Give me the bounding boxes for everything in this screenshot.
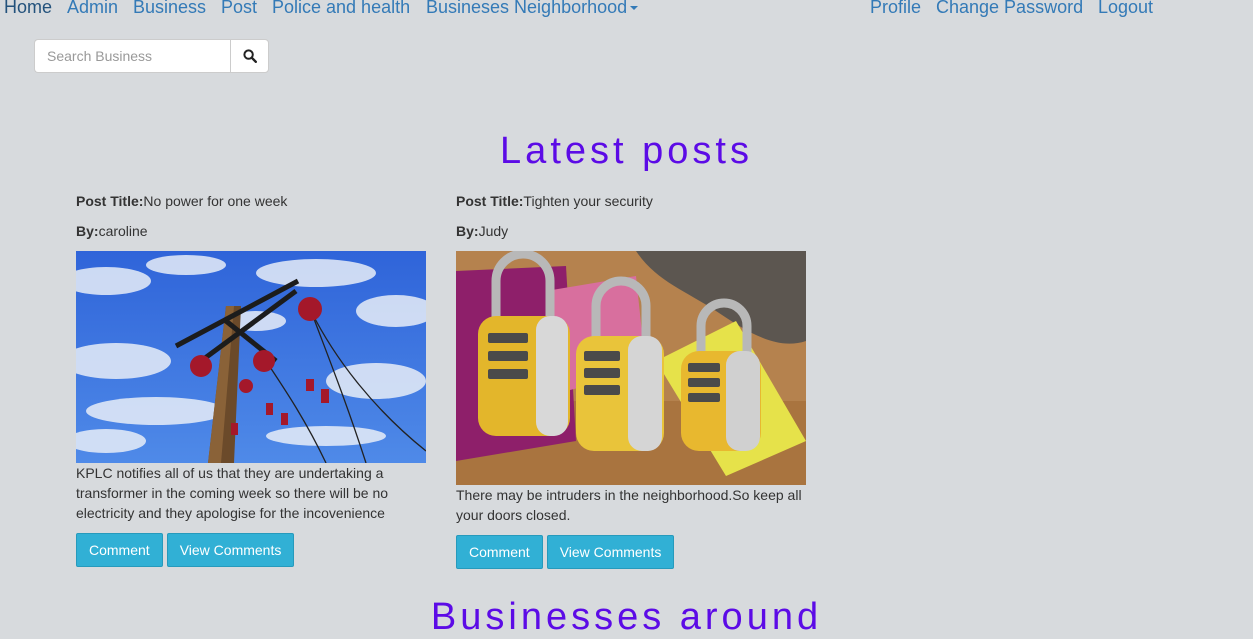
post-title-line: Post Title:No power for one week <box>76 191 426 211</box>
post-actions: Comment View Comments <box>456 535 806 569</box>
post-title-label: Post Title: <box>456 193 524 209</box>
view-comments-button[interactable]: View Comments <box>546 535 675 569</box>
post-description: There may be intruders in the neighborho… <box>456 487 802 523</box>
power-lines-image <box>76 251 426 463</box>
nav-admin[interactable]: Admin <box>67 0 118 18</box>
nav-logout[interactable]: Logout <box>1098 0 1153 18</box>
top-navbar: Home Admin Business Post Police and heal… <box>0 0 1253 20</box>
post-title-line: Post Title:Tighten your security <box>456 191 806 211</box>
post-author-label: By: <box>76 223 99 239</box>
caret-down-icon <box>630 6 639 11</box>
nav-post[interactable]: Post <box>221 0 257 18</box>
post-title: No power for one week <box>143 193 288 209</box>
nav-profile[interactable]: Profile <box>870 0 921 18</box>
latest-posts-heading: Latest posts <box>500 130 753 172</box>
post-author: Judy <box>478 223 509 239</box>
post-title: Tighten your security <box>523 193 653 209</box>
nav-change-password[interactable]: Change Password <box>936 0 1083 18</box>
post-title-label: Post Title: <box>76 193 144 209</box>
search-form <box>34 39 269 73</box>
post-author-line: By:caroline <box>76 221 426 241</box>
comment-button[interactable]: Comment <box>456 535 543 569</box>
businesses-heading: Businesses around <box>430 596 823 638</box>
nav-police-health[interactable]: Police and health <box>272 0 410 18</box>
padlocks-image <box>456 251 806 485</box>
search-icon <box>242 49 257 63</box>
post-author-label: By: <box>456 223 479 239</box>
search-button[interactable] <box>230 39 269 73</box>
post-card: Post Title:No power for one week By:caro… <box>76 191 426 567</box>
nav-home[interactable]: Home <box>4 0 52 18</box>
post-description: KPLC notifies all of us that they are un… <box>76 465 389 521</box>
nav-business[interactable]: Business <box>133 0 206 18</box>
post-author: caroline <box>98 223 148 239</box>
post-author-line: By:Judy <box>456 221 806 241</box>
nav-neighborhood-dropdown[interactable]: Busineses Neighborhood <box>426 0 639 18</box>
post-card: Post Title:Tighten your security By:Judy… <box>456 191 806 569</box>
post-actions: Comment View Comments <box>76 533 426 567</box>
search-input[interactable] <box>34 39 230 73</box>
view-comments-button[interactable]: View Comments <box>166 533 295 567</box>
nav-neighborhood-label: Busineses Neighborhood <box>426 0 628 17</box>
comment-button[interactable]: Comment <box>76 533 163 567</box>
